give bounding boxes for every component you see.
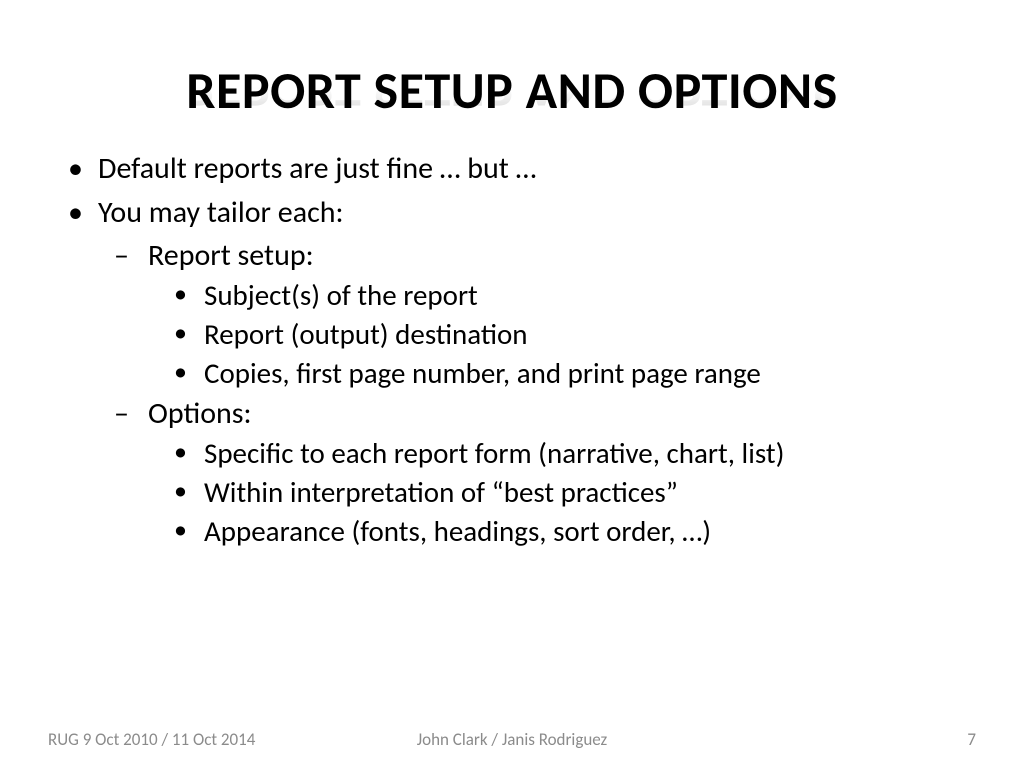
subsub-bullet-list: Specific to each report form (narrative,… [148,435,964,550]
bullet-text: Copies, first page number, and print pag… [204,355,761,391]
slide-title: REPORT SETUP AND OPTIONS REPORT SETUP AN… [186,58,837,122]
bullet-text: You may tailor each: [98,194,344,231]
slide: REPORT SETUP AND OPTIONS REPORT SETUP AN… [0,0,1024,768]
bullet-text: Within interpretation of “best practices… [204,474,678,510]
sub-bullet-list: Report setup: Subject(s) of the report R… [98,237,964,550]
title-container: REPORT SETUP AND OPTIONS REPORT SETUP AN… [0,0,1024,122]
title-text: REPORT SETUP AND OPTIONS [186,58,837,122]
subsub-bullet-item: Specific to each report form (narrative,… [168,435,964,472]
bullet-text: Options: [148,395,252,432]
subsub-bullet-list: Subject(s) of the report Report (output)… [148,277,964,392]
subsub-bullet-item: Subject(s) of the report [168,277,964,314]
subsub-bullet-item: Appearance (fonts, headings, sort order,… [168,513,964,550]
bullet-item: Default reports are just fine … but … [60,150,964,188]
bullet-item: You may tailor each: Report setup: Subje… [60,194,964,550]
subsub-bullet-item: Report (output) destination [168,316,964,353]
bullet-text: Subject(s) of the report [204,277,478,313]
bullet-text: Default reports are just fine … but … [98,150,536,187]
subsub-bullet-item: Within interpretation of “best practices… [168,474,964,511]
footer-left: RUG 9 Oct 2010 / 11 Oct 2014 [48,729,255,750]
bullet-list: Default reports are just fine … but … Yo… [60,150,964,550]
slide-footer: RUG 9 Oct 2010 / 11 Oct 2014 John Clark … [0,729,1024,750]
subsub-bullet-item: Copies, first page number, and print pag… [168,355,964,392]
slide-body: Default reports are just fine … but … Yo… [0,122,1024,550]
sub-bullet-item: Options: Specific to each report form (n… [106,395,964,551]
sub-bullet-item: Report setup: Subject(s) of the report R… [106,237,964,393]
bullet-text: Report (output) destination [204,316,528,352]
bullet-text: Appearance (fonts, headings, sort order,… [204,513,711,549]
bullet-text: Report setup: [148,237,314,274]
bullet-text: Specific to each report form (narrative,… [204,435,784,471]
footer-page-number: 7 [967,729,976,750]
